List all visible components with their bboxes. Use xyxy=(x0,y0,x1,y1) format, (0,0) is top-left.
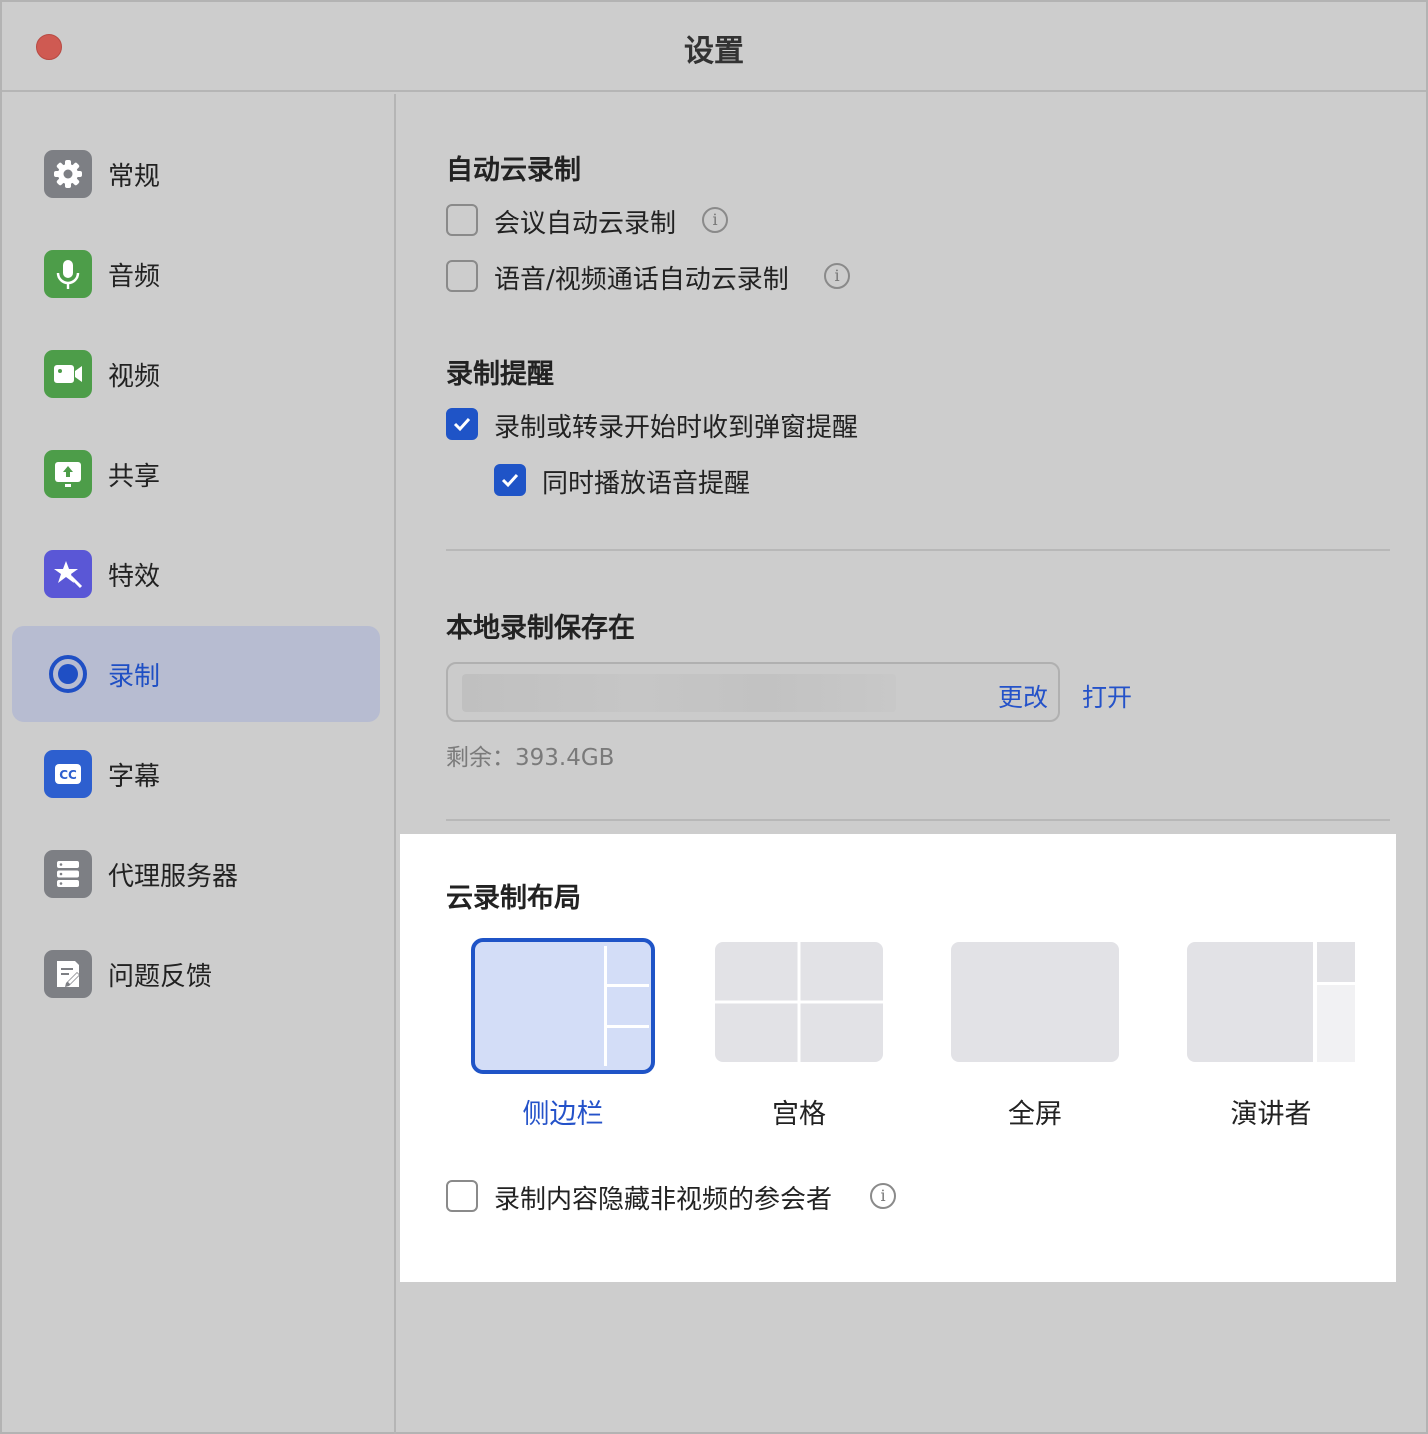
info-icon[interactable]: i xyxy=(824,263,850,289)
sidebar-item-general[interactable]: 常规 xyxy=(12,126,380,222)
sidebar-item-label: 问题反馈 xyxy=(108,962,213,992)
voice-reminder-checkbox[interactable] xyxy=(494,464,526,496)
sidebar-item-label: 共享 xyxy=(108,462,161,492)
sidebar-item-share[interactable]: 共享 xyxy=(12,426,380,522)
local-path-value xyxy=(462,674,896,712)
meeting-auto-cloud-option: 会议自动云录制 i xyxy=(446,204,846,239)
layout-label: 侧边栏 xyxy=(522,1099,604,1130)
sidebar-item-label: 视频 xyxy=(108,362,161,392)
title-bar: 设置 xyxy=(2,2,1426,92)
section-divider xyxy=(446,819,1390,821)
popup-reminder-checkbox[interactable] xyxy=(446,408,478,440)
video-camera-icon xyxy=(44,350,92,398)
sidebar-item-effects[interactable]: 特效 xyxy=(12,526,380,622)
call-auto-cloud-checkbox[interactable] xyxy=(446,260,478,292)
settings-window: 设置 常规 音频 视频 共享 特效 录制 CC 字幕 代理服务器 问题反馈 自动… xyxy=(0,0,1428,1434)
open-folder-link[interactable]: 打开 xyxy=(1082,678,1132,714)
sidebar-item-label: 常规 xyxy=(108,162,161,192)
sidebar-item-feedback[interactable]: 问题反馈 xyxy=(12,926,380,1022)
grid-layout-thumbnail xyxy=(715,942,883,1062)
popup-reminder-label: 录制或转录开始时收到弹窗提醒 xyxy=(494,413,859,443)
remaining-space: 剩余：393.4GB xyxy=(446,745,615,771)
gear-icon xyxy=(44,150,92,198)
voice-reminder-label: 同时播放语音提醒 xyxy=(542,469,751,499)
call-auto-cloud-option: 语音/视频通话自动云录制 i xyxy=(446,260,946,295)
auto-cloud-recording-title: 自动云录制 xyxy=(446,155,581,186)
microphone-icon xyxy=(44,250,92,298)
hide-non-video-label: 录制内容隐藏非视频的参会者 xyxy=(494,1185,833,1215)
info-icon[interactable]: i xyxy=(870,1183,896,1209)
layout-label: 宫格 xyxy=(772,1099,826,1130)
sidebar-item-label: 特效 xyxy=(108,562,161,592)
recording-reminder-title: 录制提醒 xyxy=(446,359,554,390)
record-icon xyxy=(44,650,92,698)
local-recording-title: 本地录制保存在 xyxy=(446,613,635,644)
sidebar-item-audio[interactable]: 音频 xyxy=(12,226,380,322)
fullscreen-layout-thumbnail xyxy=(951,942,1119,1062)
sidebar-item-recording[interactable]: 录制 xyxy=(12,626,380,722)
share-screen-icon xyxy=(44,450,92,498)
sidebar-item-proxy[interactable]: 代理服务器 xyxy=(12,826,380,922)
sidebar-item-label: 字幕 xyxy=(108,762,161,792)
section-divider xyxy=(446,549,1390,551)
sidebar-layout-thumbnail xyxy=(471,938,655,1074)
sidebar-item-captions[interactable]: CC 字幕 xyxy=(12,726,380,822)
hide-non-video-checkbox[interactable] xyxy=(446,1180,478,1212)
layout-label: 演讲者 xyxy=(1230,1099,1312,1130)
change-path-button[interactable]: 更改 xyxy=(998,678,1048,714)
effects-icon xyxy=(44,550,92,598)
popup-reminder-option: 录制或转录开始时收到弹窗提醒 xyxy=(446,408,966,443)
server-icon xyxy=(44,850,92,898)
meeting-auto-cloud-label: 会议自动云录制 xyxy=(494,209,677,239)
window-title: 设置 xyxy=(684,34,744,69)
info-icon[interactable]: i xyxy=(702,207,728,233)
feedback-icon xyxy=(44,950,92,998)
sidebar-item-label: 录制 xyxy=(108,662,161,692)
cloud-layout-section: 云录制布局 侧边栏 宫格 全屏 演讲者 录制内容隐藏非视频的参会者 i xyxy=(400,834,1396,1282)
sidebar-item-label: 代理服务器 xyxy=(108,862,239,892)
voice-reminder-option: 同时播放语音提醒 xyxy=(494,464,894,499)
settings-sidebar: 常规 音频 视频 共享 特效 录制 CC 字幕 代理服务器 问题反馈 xyxy=(2,94,396,1434)
speaker-layout-thumbnail xyxy=(1187,942,1355,1062)
hide-non-video-option: 录制内容隐藏非视频的参会者 i xyxy=(446,1180,946,1215)
sidebar-item-label: 音频 xyxy=(108,262,161,292)
meeting-auto-cloud-checkbox[interactable] xyxy=(446,204,478,236)
sidebar-item-video[interactable]: 视频 xyxy=(12,326,380,422)
local-path-field: 更改 xyxy=(446,662,1060,722)
layout-label: 全屏 xyxy=(1008,1099,1062,1130)
recording-settings-panel: 自动云录制 会议自动云录制 i 语音/视频通话自动云录制 i 录制提醒 录制或转… xyxy=(398,94,1426,1434)
call-auto-cloud-label: 语音/视频通话自动云录制 xyxy=(494,265,789,295)
cloud-layout-title: 云录制布局 xyxy=(446,883,581,914)
captions-icon: CC xyxy=(44,750,92,798)
svg-text:CC: CC xyxy=(59,768,77,782)
